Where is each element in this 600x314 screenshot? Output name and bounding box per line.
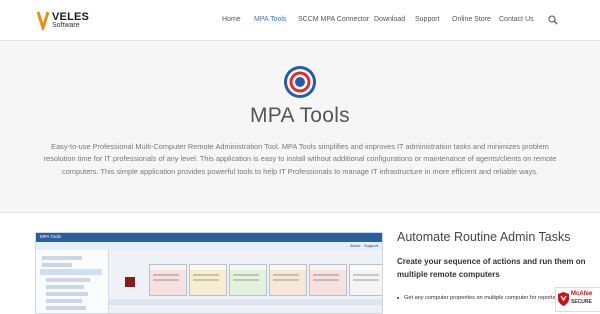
screenshot-selected-node — [40, 269, 102, 275]
screenshot-titlebar: MPA Tools — [36, 233, 382, 242]
nav-download[interactable]: Download — [374, 16, 405, 23]
logo-brand-sub: Software — [52, 22, 80, 29]
nav-sccm-mpa-connector[interactable]: SCCM MPA Connector — [298, 16, 369, 23]
feature-heading: Automate Routine Admin Tasks — [397, 230, 571, 244]
nav-mpa-tools[interactable]: MPA Tools — [254, 16, 286, 23]
badge-line1: McAfee — [571, 291, 593, 297]
screenshot-action-card — [229, 264, 267, 296]
screenshot-menu-support: Support — [364, 243, 379, 248]
screenshot-action-card — [189, 264, 227, 296]
hero-section: MPA Tools Easy-to-use Professional Multi… — [0, 41, 600, 212]
nav-support[interactable]: Support — [415, 16, 440, 23]
bullet-dot-icon — [397, 296, 399, 299]
badge-line2: SECURE — [571, 299, 592, 305]
screenshot-menu-about: About — [350, 243, 361, 248]
screenshot-action-card — [149, 264, 187, 296]
hero-description: Easy-to-use Professional Multi-Computer … — [43, 142, 557, 176]
page-title: MPA Tools — [250, 104, 350, 127]
screenshot-window-title: MPA Tools — [40, 234, 61, 239]
target-icon — [284, 66, 316, 98]
top-navigation-bar: VELES Software Home MPA Tools SCCM MPA C… — [0, 0, 600, 41]
veles-logo-icon — [36, 11, 50, 30]
screenshot-status-block — [125, 277, 135, 287]
nav-contact-us[interactable]: Contact Us — [499, 16, 534, 23]
screenshot-action-card — [309, 264, 347, 296]
feature-bullet-text: Get any computer properties on multiple … — [404, 295, 556, 301]
nav-online-store[interactable]: Online Store — [452, 16, 491, 23]
screenshot-actions-bar — [109, 299, 382, 305]
screenshot-action-card — [349, 264, 382, 296]
feature-bullet: Get any computer properties on multiple … — [397, 295, 555, 301]
screenshot-workflow-area — [109, 250, 382, 313]
screenshot-tree-panel — [36, 250, 109, 313]
mcafee-secure-badge[interactable]: McAfee SECURE — [555, 287, 600, 312]
search-icon[interactable] — [548, 15, 558, 25]
app-screenshot: MPA Tools About Support — [35, 232, 383, 314]
screenshot-action-card — [269, 264, 307, 296]
veles-logo[interactable]: VELES Software — [36, 10, 96, 32]
nav-home[interactable]: Home — [222, 16, 241, 23]
section-divider — [0, 212, 600, 213]
feature-subheading: Create your sequence of actions and run … — [397, 257, 586, 279]
shield-icon — [558, 292, 569, 306]
